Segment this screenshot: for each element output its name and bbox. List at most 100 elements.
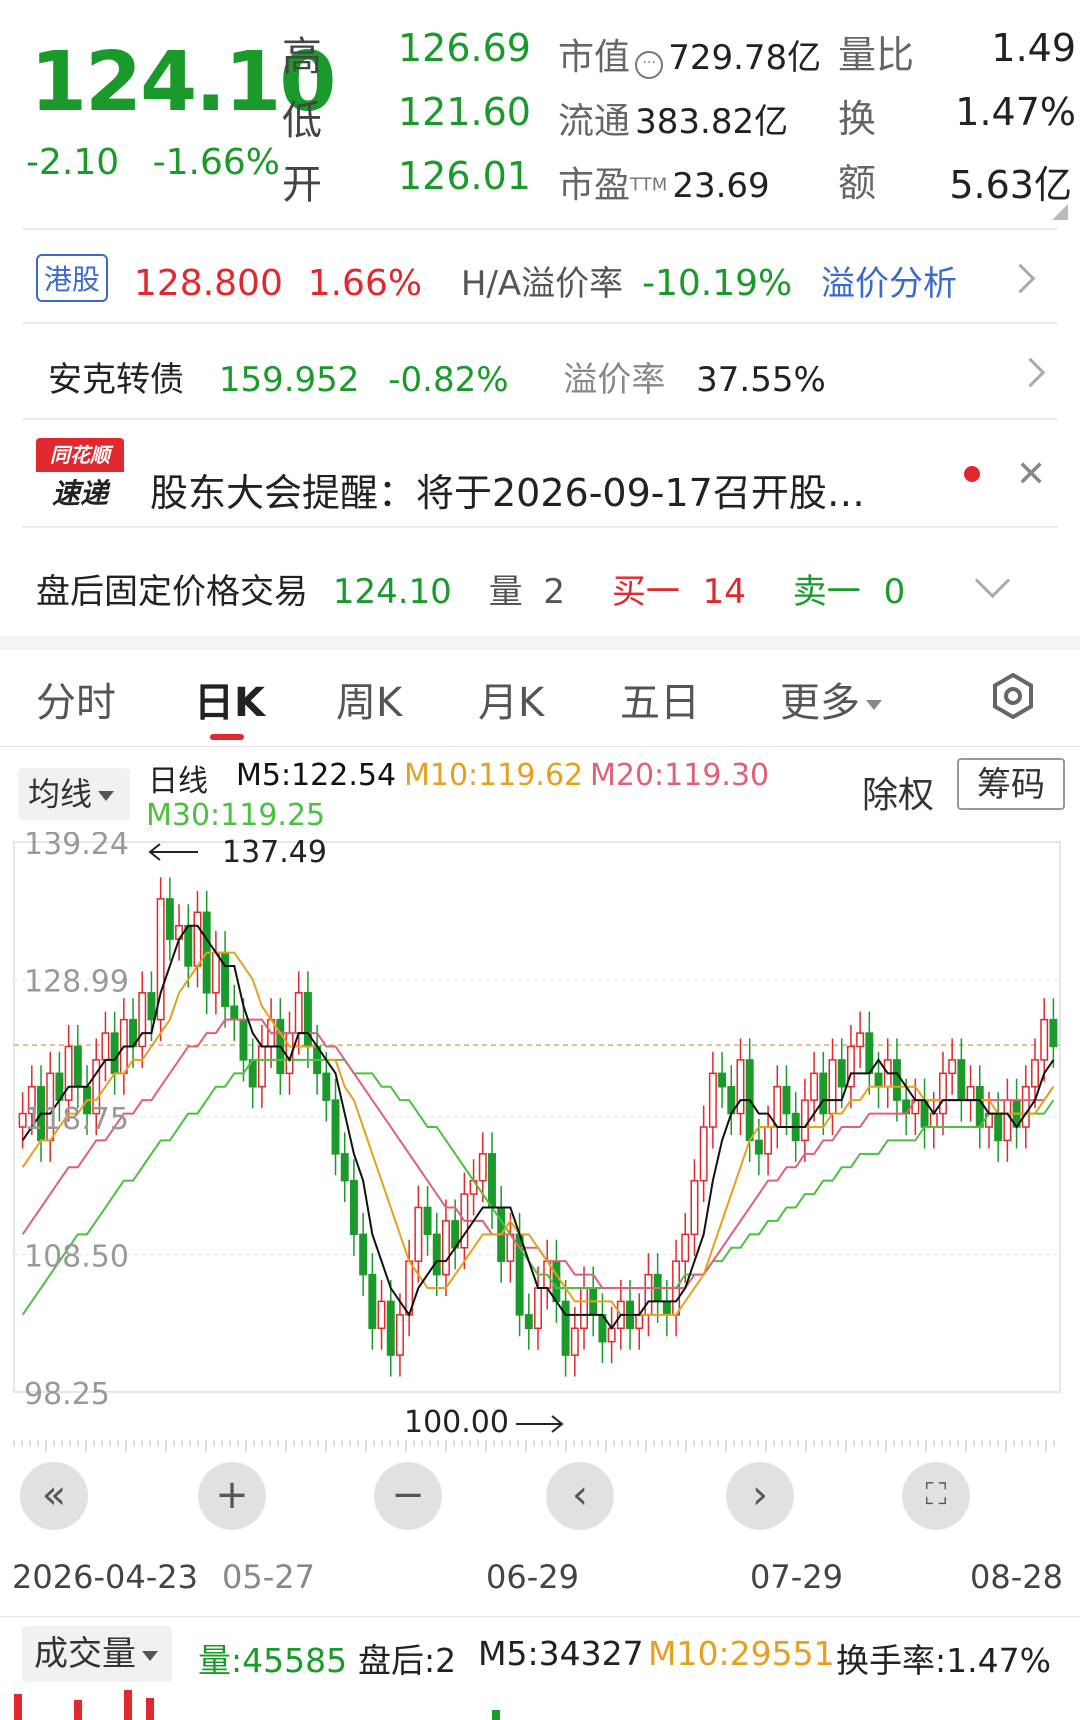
volratio-value: 1.49: [991, 26, 1076, 70]
candle-body: [414, 1206, 423, 1262]
candle-body: [773, 1085, 782, 1128]
zoom-out-icon[interactable]: −: [374, 1462, 442, 1530]
candle-body: [331, 1099, 340, 1155]
float-row: 流通 383.82亿: [558, 92, 788, 144]
kline-chart[interactable]: 139.24 128.99 118.75 108.50 98.25 137.49 100.…: [0, 832, 1080, 1572]
candle-body: [966, 1085, 975, 1101]
candle-body: [395, 1314, 404, 1356]
dropdown-icon: [866, 700, 882, 710]
candle-body: [441, 1220, 450, 1276]
bond-price: 159.952: [218, 360, 360, 400]
turnover-value: 1.47%: [955, 90, 1076, 134]
y-tick-label: 139.24: [24, 832, 129, 862]
candle-body: [736, 1059, 745, 1115]
high-label: 高: [282, 34, 322, 80]
ma-button-label: 均线: [28, 775, 93, 813]
candle-body: [184, 924, 193, 967]
candle-body: [1031, 1059, 1039, 1088]
ma30-value: M30:119.25: [146, 798, 326, 833]
logo-top-text: 同花顺: [36, 438, 124, 472]
tab-weekly-k[interactable]: 周K: [336, 670, 402, 728]
candle-body: [294, 992, 303, 1034]
volratio-label: 量比: [838, 33, 915, 77]
ex-rights-toggle[interactable]: 除权: [862, 766, 934, 818]
ma-selector-button[interactable]: 均线: [18, 768, 130, 820]
chips-button[interactable]: 筹码: [957, 758, 1065, 810]
float-label: 流通: [558, 101, 631, 142]
bond-chevron-icon[interactable]: [1015, 357, 1046, 388]
close-icon[interactable]: ✕: [1016, 454, 1046, 495]
candle-body: [708, 1072, 717, 1128]
buy1-value: 14: [702, 572, 746, 612]
premium-analysis-link[interactable]: 溢价分析: [821, 264, 957, 304]
tab-monthly-k[interactable]: 月K: [478, 670, 544, 728]
hk-row[interactable]: 128.800 1.66% H/A溢价率 -10.19% 溢价分析: [134, 256, 957, 305]
hk-price: 128.800: [134, 263, 283, 304]
candle-body: [764, 1126, 773, 1155]
candle-body: [165, 898, 174, 940]
bond-row[interactable]: 安克转债 159.952 -0.82% 溢价率 37.55%: [48, 352, 826, 401]
active-tab-indicator: [210, 734, 244, 740]
afterhours-price: 124.10: [332, 572, 452, 612]
candle-body: [488, 1153, 496, 1209]
tab-intraday[interactable]: 分时: [36, 670, 116, 728]
zoom-in-icon[interactable]: +: [198, 1462, 266, 1530]
mktcap-row[interactable]: 市值 ··· 729.78亿: [558, 28, 821, 80]
candle-body: [359, 1233, 368, 1276]
open-value: 126.01: [398, 154, 531, 198]
candle-body: [1040, 1018, 1049, 1061]
rewind-icon[interactable]: «: [20, 1462, 88, 1530]
x-label-3: 07-29: [750, 1558, 843, 1596]
sell1-value: 0: [883, 572, 906, 612]
candle-body: [432, 1233, 441, 1276]
settings-icon[interactable]: [990, 673, 1036, 719]
candle-body: [230, 1005, 239, 1021]
volume-value: 量:45585: [198, 1641, 348, 1680]
candle-body: [478, 1153, 487, 1182]
candle-body: [386, 1300, 395, 1356]
chevron-down-icon[interactable]: [974, 562, 1011, 599]
candle-body: [948, 1059, 957, 1075]
hk-badge: 港股: [36, 254, 109, 302]
more-circle-icon[interactable]: ···: [635, 50, 664, 79]
candle-body: [938, 1072, 947, 1115]
tab-five-day[interactable]: 五日: [620, 670, 700, 728]
float-value: 383.82亿: [635, 102, 789, 142]
candle-body: [570, 1327, 579, 1356]
candle-body: [257, 1045, 266, 1088]
chevron-left-icon[interactable]: ‹: [546, 1462, 614, 1530]
high-mark-label: 137.49: [222, 835, 327, 870]
candle-body: [368, 1273, 377, 1330]
candle-body: [892, 1059, 901, 1101]
chevron-right-icon[interactable]: ›: [726, 1462, 794, 1530]
candle-body: [607, 1327, 616, 1343]
vol-m10: M10:29551: [648, 1634, 835, 1673]
candle-body: [1049, 1018, 1058, 1048]
ma10-line: [21, 951, 1055, 1316]
y-tick-label: 98.25: [24, 1377, 110, 1412]
afterhours-row[interactable]: 盘后固定价格交易 124.10 量 2 买一 14 卖一 0: [36, 564, 905, 613]
expand-corner-icon[interactable]: [1052, 204, 1068, 220]
candle-body: [810, 1072, 819, 1101]
turnover-label: 换: [838, 97, 877, 141]
tab-more-label: 更多: [780, 680, 860, 726]
candle-body: [524, 1314, 533, 1330]
bond-pct: -0.82%: [388, 360, 509, 400]
hk-chevron-icon[interactable]: [1005, 263, 1036, 294]
bond-premium-value: 37.55%: [696, 360, 826, 400]
candle-body: [690, 1179, 699, 1236]
candle-body: [819, 1072, 828, 1115]
fullscreen-icon[interactable]: ⛶: [902, 1462, 970, 1530]
pe-row: 市盈TTM 23.69: [558, 156, 770, 208]
y-tick-label: 118.75: [24, 1102, 129, 1137]
unread-dot-icon: [964, 466, 980, 482]
tab-daily-k[interactable]: 日K: [194, 670, 265, 728]
indicator-selector-button[interactable]: 成交量: [22, 1626, 172, 1682]
news-headline[interactable]: 股东大会提醒：将于2026-09-17召开股…: [150, 462, 865, 517]
candle-body: [580, 1287, 588, 1330]
tab-more[interactable]: 更多: [780, 670, 882, 728]
dropdown-icon: [98, 791, 115, 801]
change-percent: -1.66%: [152, 142, 280, 183]
low-value: 121.60: [398, 90, 531, 134]
y-tick-label: 128.99: [24, 965, 129, 1000]
